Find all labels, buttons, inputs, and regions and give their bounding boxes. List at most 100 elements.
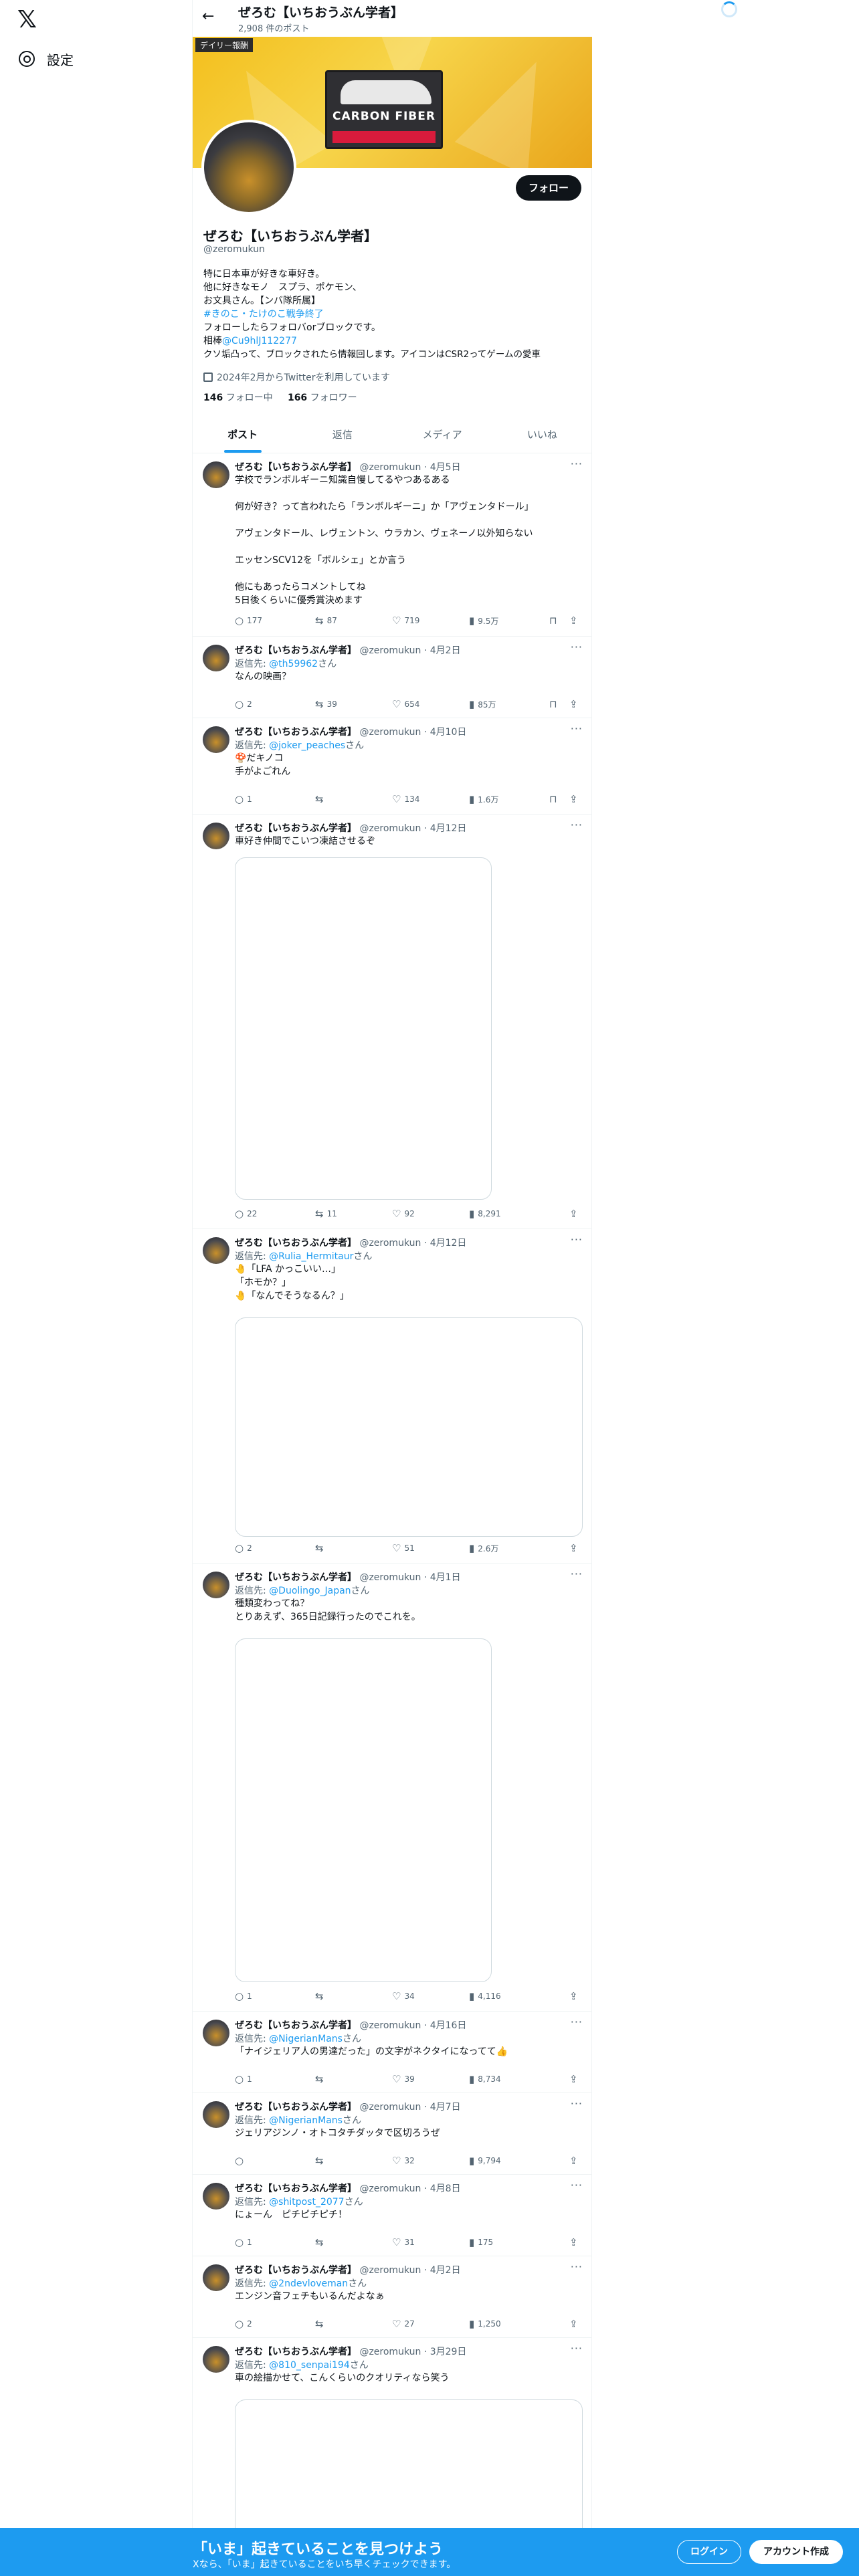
reply-to-link[interactable]: @NigerianMans — [269, 2115, 343, 2126]
more-options-icon[interactable]: ··· — [571, 457, 583, 470]
tweet-avatar[interactable] — [203, 2183, 229, 2210]
tweet-author-name[interactable]: ぜろむ【いちおうぶん学者】 — [235, 462, 357, 473]
retweet-button[interactable]: ⇆ — [315, 2236, 327, 2248]
like-button[interactable]: ♡ 27 — [392, 2318, 415, 2330]
like-button[interactable]: ♡ 719 — [392, 615, 419, 627]
retweet-button[interactable]: ⇆ 39 — [315, 698, 337, 710]
reply-button[interactable]: ○ 22 — [235, 1208, 257, 1220]
reply-button[interactable]: ○ 2 — [235, 698, 252, 710]
reply-button[interactable]: ○ 1 — [235, 793, 252, 805]
tweet-avatar[interactable] — [203, 461, 229, 488]
tweet[interactable]: ぜろむ【いちおうぶん学者】 @zeromukun · 4月12日 ··· 返信先: … — [193, 1229, 592, 1564]
more-options-icon[interactable]: ··· — [571, 2097, 583, 2110]
like-button[interactable]: ♡ 39 — [392, 2073, 415, 2085]
more-options-icon[interactable]: ··· — [571, 1568, 583, 1580]
tweet-handle-date[interactable]: @zeromukun · 4月10日 — [359, 727, 466, 738]
bookmark-button[interactable]: ⊓ — [549, 698, 557, 710]
retweet-button[interactable]: ⇆ — [315, 2073, 327, 2085]
tweet-author-name[interactable]: ぜろむ【いちおうぶん学者】 — [235, 2265, 357, 2276]
reply-to-link[interactable]: @Rulia_Hermitaur — [269, 1251, 353, 1262]
tweet-author-name[interactable]: ぜろむ【いちおうぶん学者】 — [235, 823, 357, 834]
share-button[interactable]: ⇪ — [569, 2155, 578, 2167]
x-logo-icon[interactable]: 𝕏 — [17, 7, 44, 33]
like-button[interactable]: ♡ 134 — [392, 793, 419, 805]
share-button[interactable]: ⇪ — [569, 615, 578, 627]
tweet[interactable]: ぜろむ【いちおうぶん学者】 @zeromukun · 4月1日 ··· 返信先: @… — [193, 1564, 592, 2012]
more-options-icon[interactable]: ··· — [571, 819, 583, 831]
retweet-button[interactable]: ⇆ 87 — [315, 615, 337, 627]
retweet-button[interactable]: ⇆ — [315, 2155, 327, 2167]
retweet-button[interactable]: ⇆ — [315, 1990, 327, 2002]
tweet-avatar[interactable] — [203, 2020, 229, 2046]
like-button[interactable]: ♡ 92 — [392, 1208, 415, 1220]
tab-media[interactable]: メディア — [393, 417, 492, 453]
views-button[interactable]: ▮ 8,291 — [469, 1208, 501, 1220]
reply-button[interactable]: ○ 2 — [235, 1542, 252, 1554]
share-button[interactable]: ⇪ — [569, 2318, 578, 2330]
retweet-button[interactable]: ⇆ — [315, 2318, 327, 2330]
tweet-author-name[interactable]: ぜろむ【いちおうぶん学者】 — [235, 1572, 357, 1583]
following-link[interactable]: 146 フォロー中 — [203, 393, 273, 403]
tweet-media[interactable] — [235, 1638, 492, 1982]
tweet[interactable]: ぜろむ【いちおうぶん学者】 @zeromukun · 4月5日 ··· 学校でランボ… — [193, 453, 592, 637]
views-button[interactable]: ▮ 9,794 — [469, 2155, 501, 2167]
tweet-media[interactable] — [235, 857, 492, 1200]
tweet[interactable]: ぜろむ【いちおうぶん学者】 @zeromukun · 3月29日 ··· 返信先: … — [193, 2338, 592, 2560]
reply-to-link[interactable]: @810_senpai194 — [269, 2360, 350, 2371]
reply-to-link[interactable]: @joker_peaches — [269, 740, 345, 751]
tweet-author-name[interactable]: ぜろむ【いちおうぶん学者】 — [235, 1238, 357, 1249]
retweet-button[interactable]: ⇆ — [315, 1542, 327, 1554]
tweet-avatar[interactable] — [203, 1572, 229, 1598]
tweet-handle-date[interactable]: @zeromukun · 4月16日 — [359, 2020, 466, 2031]
tweet-handle-date[interactable]: @zeromukun · 4月8日 — [359, 2183, 460, 2194]
views-button[interactable]: ▮ 85万 — [469, 698, 496, 710]
signup-button[interactable]: アカウント作成 — [749, 2540, 843, 2564]
tweet[interactable]: ぜろむ【いちおうぶん学者】 @zeromukun · 4月16日 ··· 返信先: … — [193, 2012, 592, 2093]
tweet[interactable]: ぜろむ【いちおうぶん学者】 @zeromukun · 4月12日 ··· 車好き仲間… — [193, 815, 592, 1229]
views-button[interactable]: ▮ 2.6万 — [469, 1542, 498, 1554]
reply-button[interactable]: ○ 1 — [235, 2236, 252, 2248]
share-button[interactable]: ⇪ — [569, 698, 578, 710]
tweet-author-name[interactable]: ぜろむ【いちおうぶん学者】 — [235, 2102, 357, 2113]
share-button[interactable]: ⇪ — [569, 2236, 578, 2248]
reply-to-link[interactable]: @th59962 — [269, 659, 318, 669]
tweet[interactable]: ぜろむ【いちおうぶん学者】 @zeromukun · 4月2日 ··· 返信先: @… — [193, 637, 592, 718]
reply-to-link[interactable]: @Duolingo_Japan — [269, 1586, 351, 1596]
bookmark-button[interactable]: ⊓ — [549, 615, 557, 627]
bio-hashtag-link[interactable]: #きのこ・たけのこ戦争終了 — [203, 308, 585, 321]
more-options-icon[interactable]: ··· — [571, 641, 583, 653]
reply-to-link[interactable]: @NigerianMans — [269, 2034, 343, 2044]
views-button[interactable]: ▮ 1,250 — [469, 2318, 501, 2330]
tweet-author-name[interactable]: ぜろむ【いちおうぶん学者】 — [235, 2020, 357, 2031]
share-button[interactable]: ⇪ — [569, 2073, 578, 2085]
more-options-icon[interactable]: ··· — [571, 722, 583, 735]
tweet[interactable]: ぜろむ【いちおうぶん学者】 @zeromukun · 4月7日 ··· 返信先: @… — [193, 2093, 592, 2175]
views-button[interactable]: ▮ 1.6万 — [469, 793, 498, 805]
tweet-author-name[interactable]: ぜろむ【いちおうぶん学者】 — [235, 645, 357, 656]
tweet-avatar[interactable] — [203, 1237, 229, 1264]
tweet-handle-date[interactable]: @zeromukun · 3月29日 — [359, 2347, 466, 2357]
bio-mention-link[interactable]: @Cu9hlJ112277 — [222, 336, 297, 346]
tab-posts[interactable]: ポスト — [193, 417, 292, 453]
like-button[interactable]: ♡ 34 — [392, 1990, 415, 2002]
tweet-avatar[interactable] — [203, 2264, 229, 2291]
tweet-avatar[interactable] — [203, 2346, 229, 2373]
share-button[interactable]: ⇪ — [569, 793, 578, 805]
tweet-handle-date[interactable]: @zeromukun · 4月2日 — [359, 2265, 460, 2276]
tab-likes[interactable]: いいね — [492, 417, 592, 453]
tweet-handle-date[interactable]: @zeromukun · 4月7日 — [359, 2102, 460, 2113]
nav-settings[interactable]: 設定 — [19, 45, 74, 72]
more-options-icon[interactable]: ··· — [571, 2016, 583, 2028]
reply-button[interactable]: ○ 177 — [235, 615, 262, 627]
tweet-media[interactable] — [235, 1317, 583, 1537]
views-button[interactable]: ▮ 8,734 — [469, 2073, 501, 2085]
like-button[interactable]: ♡ 31 — [392, 2236, 415, 2248]
tweet[interactable]: ぜろむ【いちおうぶん学者】 @zeromukun · 4月10日 ··· 返信先: … — [193, 718, 592, 815]
tweet-handle-date[interactable]: @zeromukun · 4月12日 — [359, 823, 466, 834]
tweet[interactable]: ぜろむ【いちおうぶん学者】 @zeromukun · 4月2日 ··· 返信先: @… — [193, 2256, 592, 2338]
tweet-avatar[interactable] — [203, 726, 229, 753]
like-button[interactable]: ♡ 32 — [392, 2155, 415, 2167]
tweet-author-name[interactable]: ぜろむ【いちおうぶん学者】 — [235, 2183, 357, 2194]
retweet-button[interactable]: ⇆ — [315, 793, 327, 805]
reply-button[interactable]: ○ 1 — [235, 2073, 252, 2085]
